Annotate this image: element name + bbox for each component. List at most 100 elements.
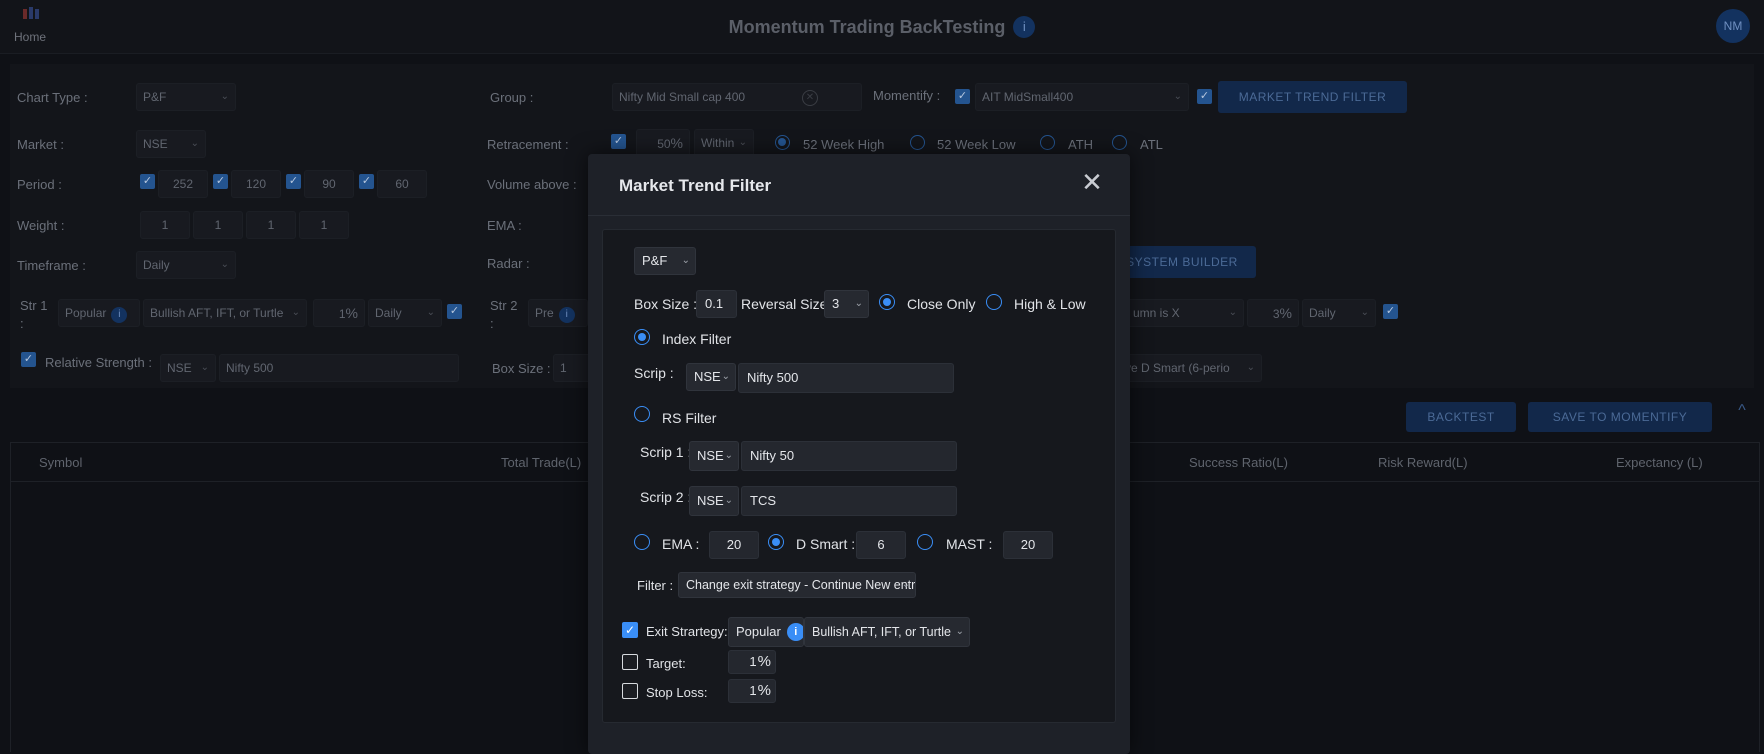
avatar[interactable]: NM	[1716, 9, 1750, 43]
mtf-scrip2-input[interactable]: TCS	[741, 486, 957, 516]
mtf-filter-select[interactable]: Change exit strategy - Continue New entr…	[678, 572, 916, 598]
retracement-label: Retracement :	[487, 137, 569, 152]
weight-2-input[interactable]: 1	[193, 211, 243, 239]
market-select[interactable]: NSE ⌄	[136, 130, 206, 158]
mtf-mast-label: MAST :	[946, 536, 993, 552]
mtf-scrip-exchange-select[interactable]: NSE ⌄	[686, 363, 736, 391]
timeframe-select[interactable]: Daily ⌄	[136, 251, 236, 279]
period-1-checkbox[interactable]: ✓	[140, 174, 155, 189]
str1-checkbox[interactable]: ✓	[447, 304, 462, 319]
radio-ema[interactable]	[634, 534, 650, 550]
str2-timeframe-select[interactable]: Daily ⌄	[1302, 299, 1376, 327]
period-3-input[interactable]: 90	[304, 170, 354, 198]
percent-sign: %	[757, 682, 771, 699]
column-header-symbol[interactable]: Symbol	[39, 455, 82, 470]
market-label: Market :	[17, 137, 64, 152]
exit-strategy-select[interactable]: Bullish AFT, IFT, or Turtle ⌄	[804, 617, 970, 647]
weight-1-input[interactable]: 1	[140, 211, 190, 239]
mtf-dsmart-input[interactable]: 6	[856, 531, 906, 559]
mtf-scrip-input[interactable]: Nifty 500	[738, 363, 954, 393]
retracement-mode-select[interactable]: Within ⌄	[694, 129, 754, 157]
radio-rs-filter[interactable]	[634, 406, 650, 422]
radio-high-low[interactable]	[986, 294, 1002, 310]
system-builder-button[interactable]: SYSTEM BUILDER	[1108, 246, 1256, 278]
volume-above-label: Volume above :	[487, 177, 577, 192]
mtf-chart-type-select[interactable]: P&F ⌄	[634, 247, 696, 275]
retracement-checkbox[interactable]: ✓	[611, 134, 626, 149]
target-pct-input[interactable]: 1%	[728, 650, 776, 674]
str2-mode-select[interactable]: Pre i	[528, 299, 588, 327]
backtest-button[interactable]: BACKTEST	[1406, 402, 1516, 432]
stop-loss-pct-input[interactable]: 1%	[728, 679, 776, 703]
radio-close-only[interactable]	[879, 294, 895, 310]
period-3-checkbox[interactable]: ✓	[286, 174, 301, 189]
chevron-down-icon: ⌄	[854, 298, 863, 309]
chart-type-value: P&F	[143, 90, 167, 104]
rs-scrip-input[interactable]: Nifty 500	[219, 354, 459, 382]
clear-icon[interactable]: ✕	[802, 90, 818, 106]
close-icon[interactable]: ✕	[1080, 169, 1104, 195]
str1-strategy-select[interactable]: Bullish AFT, IFT, or Turtle ⌄	[143, 299, 307, 327]
column-header-risk-reward[interactable]: Risk Reward(L)	[1378, 455, 1468, 470]
chart-type-select[interactable]: P&F ⌄	[136, 83, 236, 111]
radio-atl[interactable]	[1112, 135, 1127, 150]
mtf-scrip1-input[interactable]: Nifty 50	[741, 441, 957, 471]
column-header-expectancy[interactable]: Expectancy (L)	[1616, 455, 1703, 470]
str1-mode-value: Popular	[65, 306, 107, 320]
str2-checkbox[interactable]: ✓	[1383, 304, 1398, 319]
exit-strategy-checkbox[interactable]: ✓	[622, 622, 638, 638]
str1-pct-input[interactable]: 1%	[313, 299, 365, 327]
period-4-input[interactable]: 60	[377, 170, 427, 198]
save-to-momentify-button[interactable]: SAVE TO MOMENTIFY	[1528, 402, 1712, 432]
momentify-select[interactable]: AIT MidSmall400 ⌄	[975, 83, 1189, 111]
stop-loss-checkbox[interactable]	[622, 683, 638, 699]
period-4-checkbox[interactable]: ✓	[359, 174, 374, 189]
str2-strategy-select[interactable]: umn is X ⌄	[1126, 299, 1244, 327]
radio-52-week-low[interactable]	[910, 135, 925, 150]
mtf-scrip1-exchange-select[interactable]: NSE ⌄	[689, 441, 739, 471]
info-icon[interactable]: i	[1013, 16, 1036, 38]
str1-mode-select[interactable]: Popular i	[58, 299, 140, 327]
period-2-checkbox[interactable]: ✓	[213, 174, 228, 189]
str2-pct-input[interactable]: 3%	[1247, 299, 1299, 327]
info-icon[interactable]: i	[111, 307, 128, 323]
column-header-total-trade[interactable]: Total Trade(L)	[501, 455, 581, 470]
info-icon[interactable]: i	[786, 623, 803, 641]
box-size-label: Box Size :	[492, 361, 551, 376]
period-1-input[interactable]: 252	[158, 170, 208, 198]
str1-pct-value: 1	[338, 307, 346, 321]
dsmart-select[interactable]: ve D Smart (6-perio ⌄	[1118, 354, 1262, 382]
chevron-down-icon: ⌄	[1246, 362, 1255, 373]
str1-timeframe-select[interactable]: Daily ⌄	[368, 299, 442, 327]
target-checkbox[interactable]	[622, 654, 638, 670]
retracement-pct-input[interactable]: 50%	[636, 129, 690, 157]
dsmart-value: ve D Smart (6-perio	[1125, 361, 1230, 375]
period-2-input[interactable]: 120	[231, 170, 281, 198]
weight-3-input[interactable]: 1	[246, 211, 296, 239]
momentify-checkbox[interactable]: ✓	[955, 89, 970, 104]
weight-4-input[interactable]: 1	[299, 211, 349, 239]
radio-mast[interactable]	[917, 534, 933, 550]
market-trend-checkbox[interactable]: ✓	[1197, 89, 1212, 104]
chevron-down-icon: ⌄	[200, 362, 209, 373]
mtf-mast-input[interactable]: 20	[1003, 531, 1053, 559]
group-select[interactable]: Nifty Mid Small cap 400	[612, 83, 862, 111]
radio-index-filter[interactable]	[634, 329, 650, 345]
market-trend-filter-button[interactable]: MARKET TREND FILTER	[1218, 81, 1407, 113]
mtf-scrip2-exchange-select[interactable]: NSE ⌄	[689, 486, 739, 516]
rs-exchange-select[interactable]: NSE ⌄	[160, 354, 216, 382]
box-size-input[interactable]: 1	[553, 354, 591, 382]
info-icon[interactable]: i	[558, 307, 575, 323]
relative-strength-checkbox[interactable]: ✓	[21, 352, 36, 367]
column-header-success-ratio[interactable]: Success Ratio(L)	[1189, 455, 1288, 470]
collapse-icon[interactable]: ^	[1732, 402, 1752, 422]
radio-ath[interactable]	[1040, 135, 1055, 150]
exit-strategy-mode-select[interactable]: Popular i	[728, 617, 804, 647]
mtf-box-size-input[interactable]: 0.1	[696, 290, 737, 318]
chart-type-label: Chart Type :	[17, 90, 88, 105]
radio-dsmart[interactable]	[768, 534, 784, 550]
mtf-reversal-size-select[interactable]: 3 ⌄	[824, 290, 869, 318]
radio-52-week-high[interactable]	[775, 135, 790, 150]
mtf-ema-input[interactable]: 20	[709, 531, 759, 559]
chevron-down-icon: ⌄	[1228, 307, 1237, 318]
